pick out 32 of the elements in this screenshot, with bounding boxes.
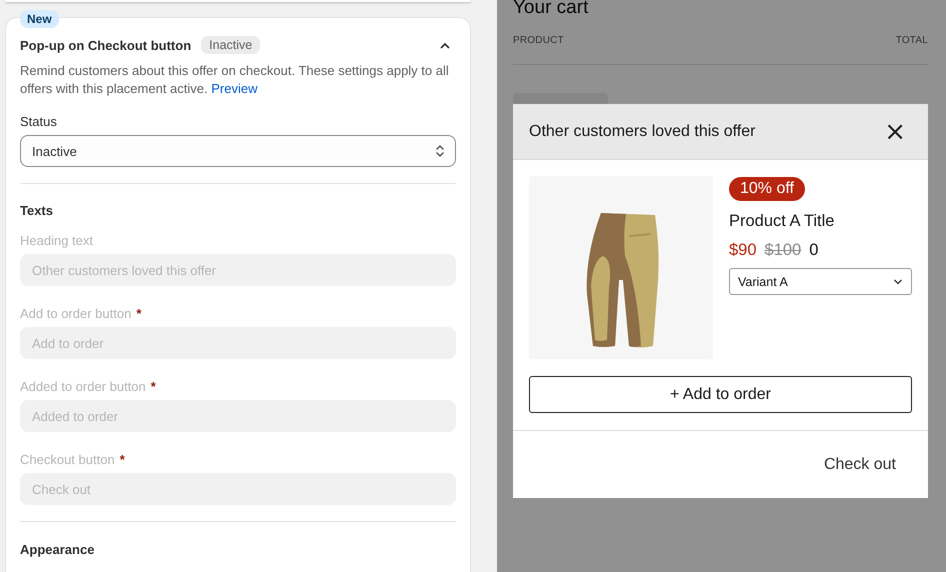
description: Remind customers about this offer on checkout. These settings apply to all offers with this placement active. Preview [20, 62, 450, 98]
column-header: TOTAL [896, 35, 928, 46]
chevron-up-icon[interactable] [440, 42, 450, 48]
add-to-order-button[interactable]: + Add to order [529, 376, 912, 413]
discount-badge: 10% off [729, 177, 805, 201]
field-label: Added to order button [20, 379, 146, 394]
cart-title: Your cart [513, 0, 590, 19]
field-label: Status [20, 114, 58, 129]
variant-select[interactable]: Variant A [729, 268, 912, 295]
price-extra: 0 [809, 241, 818, 260]
product-title: Product A Title [729, 212, 834, 231]
sale-price: $90 [729, 241, 757, 260]
original-price: $100 [764, 241, 802, 260]
field-label: Checkout button [20, 452, 115, 467]
section-title: Pop-up on Checkout button [20, 38, 192, 52]
required-mark: * [136, 306, 142, 321]
column-header: PRODUCT [513, 35, 564, 46]
field-label: Heading text [20, 233, 93, 248]
status-select[interactable]: Inactive [20, 135, 456, 167]
preview-link[interactable]: Preview [211, 81, 258, 96]
select-arrows-icon [435, 144, 445, 158]
section-heading: Texts [20, 203, 54, 218]
checkout-button[interactable]: Check out [824, 456, 896, 474]
field-label: Add to order button [20, 306, 132, 321]
required-mark: * [120, 452, 125, 467]
popup-title: Other customers loved this offer [529, 122, 756, 140]
close-button[interactable]: × [884, 122, 906, 142]
section-heading: Appearance [20, 542, 96, 557]
status-badge: Inactive [201, 36, 260, 54]
required-mark: * [150, 379, 156, 394]
new-badge: New [20, 10, 59, 28]
chevron-down-icon [893, 278, 903, 284]
